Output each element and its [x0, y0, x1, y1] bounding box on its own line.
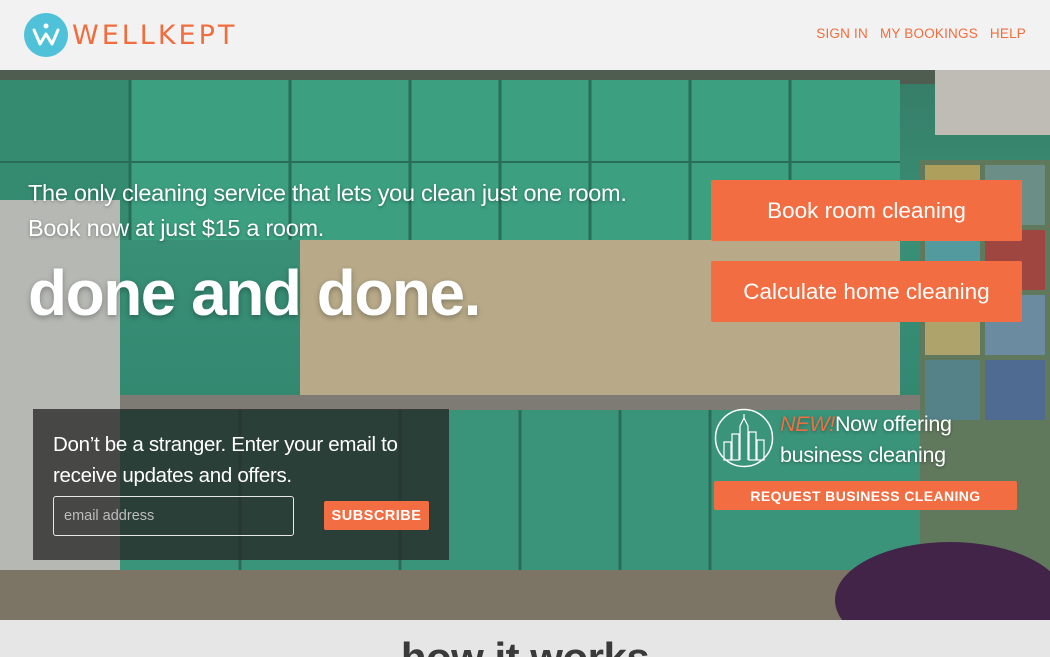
- top-nav: SIGN IN MY BOOKINGS HELP: [816, 26, 1026, 41]
- site-header: WELLKEPT SIGN IN MY BOOKINGS HELP: [0, 0, 1050, 70]
- tagline-line-1: The only cleaning service that lets you …: [28, 180, 627, 206]
- request-business-cleaning-button[interactable]: REQUEST BUSINESS CLEANING: [714, 481, 1017, 510]
- newsletter-panel: Don’t be a stranger. Enter your email to…: [33, 409, 449, 560]
- nav-my-bookings[interactable]: MY BOOKINGS: [880, 26, 978, 41]
- calculate-home-cleaning-button[interactable]: Calculate home cleaning: [711, 261, 1022, 322]
- business-cleaning-promo: NEW!Now offering business cleaning: [780, 409, 1020, 471]
- wellkept-logo-icon: [24, 13, 68, 57]
- hero-headline: done and done.: [28, 257, 481, 329]
- brand-name: WELLKEPT: [72, 19, 238, 51]
- hero-tagline: The only cleaning service that lets you …: [28, 176, 688, 246]
- email-input[interactable]: [53, 496, 294, 536]
- new-badge: NEW!: [780, 412, 835, 436]
- business-text-line-1: Now offering: [834, 412, 952, 436]
- how-it-works-title: how it works: [0, 634, 1050, 657]
- hero-section: The only cleaning service that lets you …: [0, 70, 1050, 620]
- how-it-works-section: how it works: [0, 620, 1050, 657]
- brand-logo[interactable]: WELLKEPT: [24, 12, 237, 58]
- tagline-line-2: Book now at just $15 a room.: [28, 215, 324, 241]
- subscribe-button[interactable]: SUBSCRIBE: [324, 501, 429, 530]
- business-text-line-2: business cleaning: [780, 443, 946, 467]
- city-skyline-icon: [714, 408, 774, 468]
- nav-sign-in[interactable]: SIGN IN: [816, 26, 868, 41]
- nav-help[interactable]: HELP: [990, 26, 1026, 41]
- book-room-cleaning-button[interactable]: Book room cleaning: [711, 180, 1022, 241]
- newsletter-message: Don’t be a stranger. Enter your email to…: [53, 433, 398, 487]
